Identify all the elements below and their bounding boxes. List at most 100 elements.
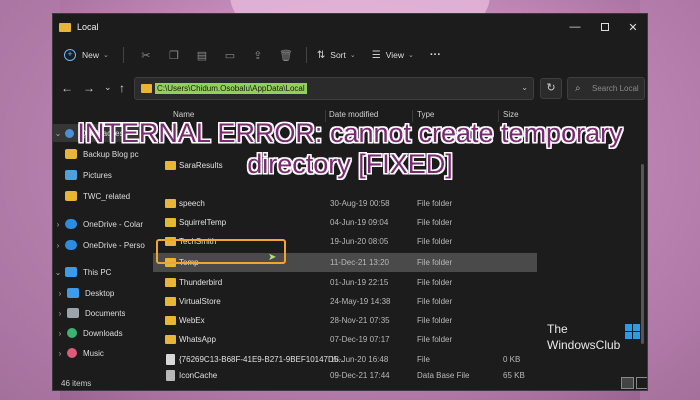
rename-icon[interactable]: ▭ (222, 49, 238, 62)
sidebar-item-label: OneDrive - Colar (83, 219, 144, 229)
file-type: File folder (417, 218, 453, 227)
file-name: {76269C13-B68F-41E9-B271-9BEF10147D5... (179, 355, 345, 364)
mouse-cursor-icon: ➤ (268, 252, 277, 263)
sidebar-item-music[interactable]: › Music (53, 344, 145, 362)
chevron-right-icon: › (58, 348, 62, 358)
cut-icon[interactable]: ✂ (138, 49, 154, 62)
file-type: File folder (417, 335, 453, 344)
divider (122, 47, 124, 63)
file-date: 11-Dec-21 13:20 (330, 258, 389, 267)
back-button[interactable]: ← (61, 81, 73, 95)
delete-icon[interactable]: 🗑 (278, 49, 294, 62)
table-row[interactable]: WebEx 28-Nov-21 07:35 File folder (153, 311, 537, 330)
documents-icon (67, 308, 79, 318)
new-label: New (82, 50, 100, 60)
sidebar-item-downloads[interactable]: › Downloads (53, 324, 145, 342)
search-icon: ⌕ (575, 83, 581, 94)
title-bar: Local — ✕ (53, 14, 647, 40)
recent-locations-button[interactable]: ⌄ (104, 82, 112, 93)
desktop-icon (67, 288, 79, 298)
command-bar: + New ⌄ ✂ ❐ ▤ ▭ ⇪ 🗑 ⇅ Sort ⌄ ☰ View ⌄ ··… (53, 42, 647, 68)
file-name: speech (179, 199, 205, 208)
table-row[interactable]: speech 30-Aug-19 00:58 File folder (153, 194, 537, 213)
sidebar-item-onedrive-colar[interactable]: › OneDrive - Colar (53, 215, 145, 233)
download-icon (67, 328, 77, 338)
close-button[interactable]: ✕ (619, 14, 647, 40)
minimize-button[interactable]: — (561, 14, 589, 40)
address-bar[interactable]: C:\Users\Chidum.Osobalu\AppData\Local ⌄ (134, 77, 534, 100)
file-name: Thunderbird (179, 278, 223, 287)
up-button[interactable]: ↑ (119, 81, 125, 95)
file-type: File (417, 355, 430, 364)
sidebar-item-label: TWC_related (83, 191, 131, 201)
folder-icon (165, 278, 176, 287)
plus-icon: + (64, 49, 76, 61)
file-type: File folder (417, 237, 453, 246)
chevron-right-icon: › (58, 328, 62, 338)
paste-icon[interactable]: ▤ (194, 49, 210, 62)
sort-icon: ⇅ (316, 49, 326, 61)
sort-button[interactable]: ⇅ Sort ⌄ (317, 50, 356, 61)
file-type: File folder (417, 199, 453, 208)
folder-icon (165, 335, 176, 344)
maximize-button[interactable] (591, 14, 619, 40)
details-view-button[interactable] (621, 377, 634, 389)
share-icon[interactable]: ⇪ (250, 49, 266, 62)
file-date: 18-Jun-20 16:48 (330, 355, 389, 364)
file-date: 30-Aug-19 00:58 (330, 199, 390, 208)
windows-logo-icon (625, 324, 641, 340)
article-headline: INTERNAL ERROR: cannot create temporary … (60, 118, 640, 180)
sidebar-item-label: OneDrive - Perso (83, 240, 145, 250)
chevron-down-icon[interactable]: ⌄ (521, 83, 528, 92)
file-size: 0 KB (503, 355, 521, 364)
sidebar-item-this-pc[interactable]: ⌄ This PC (53, 263, 145, 281)
search-input[interactable]: Search Local (592, 84, 639, 93)
table-row[interactable]: WhatsApp 07-Dec-19 07:17 File folder (153, 330, 537, 349)
chevron-down-icon: ⌄ (408, 52, 414, 59)
folder-icon (165, 316, 176, 325)
more-options-button[interactable]: ··· (430, 49, 441, 61)
sidebar-item-desktop[interactable]: › Desktop (53, 284, 145, 302)
maximize-icon (601, 23, 609, 31)
sidebar-item-label: Music (83, 348, 104, 358)
folder-icon (165, 199, 176, 208)
headline-line-1: INTERNAL ERROR: cannot create temporary (77, 118, 623, 148)
address-bar-row: ← → ⌄ ↑ C:\Users\Chidum.Osobalu\AppData\… (53, 76, 647, 102)
table-row[interactable]: VirtualStore 24-May-19 14:38 File folder (153, 292, 537, 311)
sidebar-item-documents[interactable]: › Documents (53, 304, 145, 322)
file-date: 01-Jun-19 22:15 (330, 278, 389, 287)
logo-text-main: WindowsClub (547, 338, 621, 352)
copy-icon[interactable]: ❐ (166, 49, 182, 62)
windows-club-logo: The WindowsClub (545, 320, 645, 366)
scrollbar[interactable] (641, 164, 644, 344)
chevron-down-icon: ⌄ (54, 267, 62, 277)
headline-line-2: directory [FIXED] (247, 149, 453, 179)
forward-button[interactable]: → (83, 81, 95, 95)
new-button[interactable]: + New ⌄ (64, 49, 109, 61)
logo-text-the: The (547, 322, 568, 336)
file-date: 04-Jun-19 09:04 (330, 218, 389, 227)
file-date: 07-Dec-19 07:17 (330, 335, 390, 344)
search-box[interactable]: ⌕ Search Local (567, 77, 645, 100)
address-path[interactable]: C:\Users\Chidum.Osobalu\AppData\Local (155, 83, 307, 94)
refresh-button[interactable]: ↻ (540, 78, 562, 99)
file-icon (166, 354, 175, 365)
sidebar-item-twc-related[interactable]: TWC_related (53, 187, 145, 205)
file-type: File folder (417, 258, 453, 267)
sidebar-item-onedrive-perso[interactable]: › OneDrive - Perso (53, 236, 145, 254)
highlight-box (156, 239, 286, 264)
table-row[interactable]: Thunderbird 01-Jun-19 22:15 File folder (153, 273, 537, 292)
window-title: Local (77, 22, 99, 32)
table-row[interactable]: SquirrelTemp 04-Jun-19 09:04 File folder (153, 213, 537, 232)
chevron-down-icon: ⌄ (349, 52, 356, 59)
status-bar: 46 items (53, 375, 647, 390)
background-right (640, 0, 700, 400)
chevron-right-icon: › (56, 219, 60, 229)
view-button[interactable]: ☰ View ⌄ (372, 50, 414, 61)
tiles-view-button[interactable] (636, 377, 647, 389)
file-type: File folder (417, 278, 453, 287)
file-date: 19-Jun-20 08:05 (330, 237, 389, 246)
computer-icon (65, 267, 77, 277)
view-label: View (385, 50, 404, 60)
sort-label: Sort (330, 50, 346, 60)
